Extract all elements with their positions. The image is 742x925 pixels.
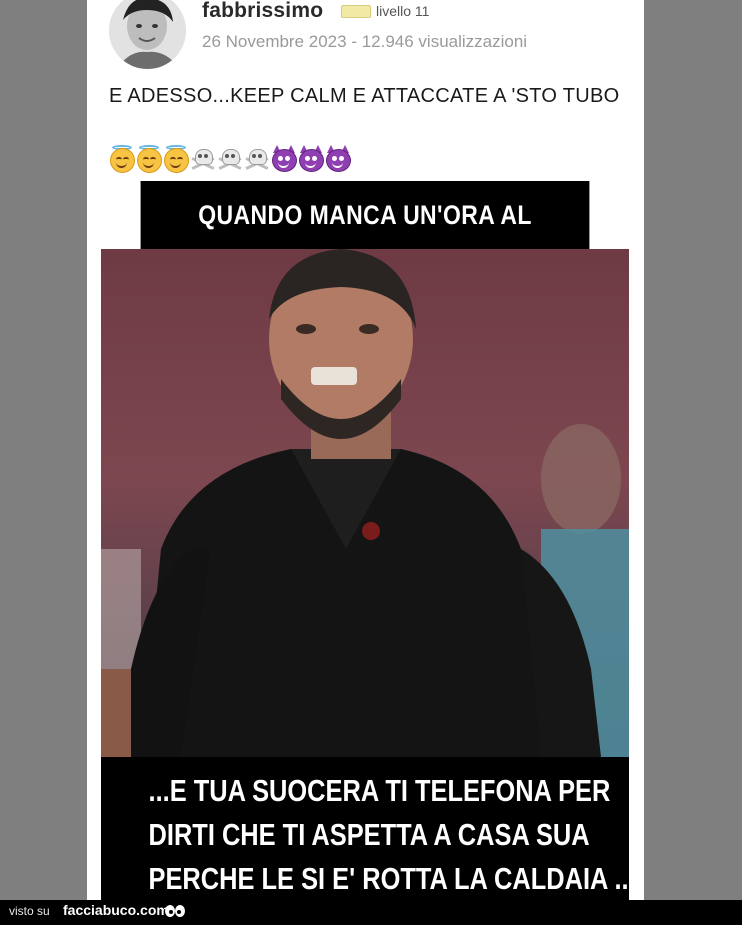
brand-link[interactable]: facciabuco.com [63, 902, 169, 918]
avatar-photo [109, 0, 186, 69]
angel-emoji-icon [109, 145, 135, 173]
post-date-views: 26 Novembre 2023 - 12.946 visualizzazion… [202, 32, 528, 51]
meme-bottom-caption-line: ...E TUA SUOCERA TI TELEFONA PER [148, 773, 611, 808]
meme-photo [101, 249, 629, 757]
level-badge-icon [341, 5, 371, 18]
meme-bottom-caption-line: DIRTI CHE TI ASPETTA A CASA SUA [148, 817, 590, 852]
meme-image[interactable]: QUANDO MANCA UN'ORA AL PARTITONE... [101, 181, 643, 900]
skull-crossbones-emoji-icon [190, 145, 216, 171]
devil-emoji-icon [325, 145, 351, 172]
post-text: E ADESSO...KEEP CALM E ATTACCATE A 'STO … [109, 85, 620, 107]
post-card: fabbrissimo livello 11 26 Novembre 2023 … [87, 0, 644, 900]
devil-emoji-icon [298, 145, 324, 172]
user-level: livello 11 [376, 3, 430, 19]
meme-bottom-caption-line: PERCHE LE SI E' ROTTA LA CALDAIA .... [148, 861, 643, 896]
username[interactable]: fabbrissimo [202, 0, 323, 23]
visto-su-label: visto su [9, 904, 50, 918]
angel-emoji-icon [163, 145, 189, 173]
skull-crossbones-emoji-icon [244, 145, 270, 171]
skull-crossbones-emoji-icon [217, 145, 243, 171]
angel-emoji-icon [136, 145, 162, 173]
meme-bottom-caption: ...E TUA SUOCERA TI TELEFONA PER DIRTI C… [101, 757, 643, 900]
devil-emoji-icon [271, 145, 297, 172]
brand-eyes-icon [165, 905, 185, 917]
avatar[interactable] [109, 0, 186, 69]
angry-coach-photo [101, 249, 629, 757]
emoji-row [109, 145, 351, 173]
meme-top-caption: QUANDO MANCA UN'ORA AL PARTITONE... [140, 181, 590, 298]
post-header: fabbrissimo livello 11 26 Novembre 2023 … [87, 0, 644, 180]
watermark-bar: visto su facciabuco.com [0, 900, 742, 925]
